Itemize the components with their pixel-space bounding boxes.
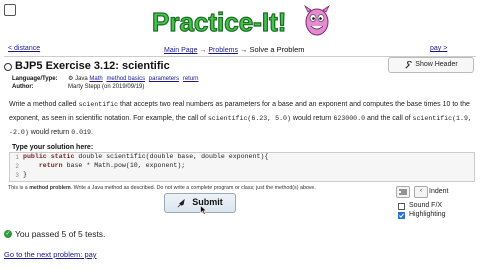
code-line: 3 } <box>15 171 27 179</box>
lines-icon <box>399 189 407 195</box>
indent-button[interactable]: ‹ <box>414 186 428 198</box>
problem-title: BJP5 Exercise 3.12: scientific <box>15 60 170 72</box>
problem-title-row: BJP5 Exercise 3.12: scientific <box>4 60 170 74</box>
tag-method-basics[interactable]: method basics <box>106 76 145 82</box>
indent-label: Indent <box>429 188 449 195</box>
test-result: ✓ You passed 5 of 5 tests. <box>4 229 106 239</box>
problem-description: Write a method called scientific that ac… <box>9 101 472 136</box>
breadcrumb-main-page[interactable]: Main Page <box>164 47 197 54</box>
practice-it-logo: Practice-It! <box>151 4 331 38</box>
problem-meta: Language/Type: ⚙ Java Math method basics… <box>12 76 201 92</box>
header-checkbox[interactable] <box>4 4 16 16</box>
wrench-icon <box>405 60 413 69</box>
type-label: Language/Type: <box>12 76 58 82</box>
show-header-button[interactable]: Show Header <box>388 57 474 73</box>
tag-parameters[interactable]: parameters <box>149 76 179 82</box>
breadcrumb-problems[interactable]: Problems <box>208 47 238 54</box>
sound-fx-checkbox[interactable] <box>398 202 405 210</box>
logo-text: Practice-It! <box>152 7 286 37</box>
problem-status-radio <box>4 62 12 71</box>
code-line: 2 return base * Math.pow(10, exponent); <box>15 162 186 170</box>
tag-math[interactable]: Math <box>89 76 102 82</box>
indent-arrow-icon: ‹ <box>420 188 422 195</box>
check-circle-icon: ✓ <box>4 230 12 239</box>
next-problem-link[interactable]: Go to the next problem: pay <box>4 250 97 259</box>
author-value: Marty Stepp (on 2019/09/19) <box>68 83 145 90</box>
sound-fx-option[interactable]: Sound F/X <box>398 202 442 211</box>
highlighting-checkbox[interactable] <box>398 211 405 219</box>
type-language: Java <box>75 76 88 82</box>
checkmark-icon <box>399 213 404 218</box>
breadcrumb-current: → Solve a Problem <box>239 45 305 54</box>
nav-next-link[interactable]: pay > <box>430 45 447 54</box>
format-icon-button[interactable] <box>396 186 410 198</box>
type-icon: ⚙ <box>68 76 74 82</box>
tag-return[interactable]: return <box>183 76 199 82</box>
author-label: Author: <box>12 83 34 90</box>
code-editor[interactable]: 1 public static double scientific(double… <box>9 152 475 182</box>
code-line: 1 public static double scientific(double… <box>15 153 269 161</box>
highlighting-option[interactable]: Highlighting <box>398 211 446 220</box>
logo-mascot-icon <box>303 4 331 36</box>
nav-prev-link[interactable]: < distance <box>8 45 40 54</box>
breadcrumb: Main Page → Problems → Solve a Problem <box>164 45 305 54</box>
method-problem-note: This is a method problem. Write a Java m… <box>8 185 316 191</box>
mouse-cursor-icon <box>200 205 208 215</box>
rocket-icon <box>177 198 185 207</box>
